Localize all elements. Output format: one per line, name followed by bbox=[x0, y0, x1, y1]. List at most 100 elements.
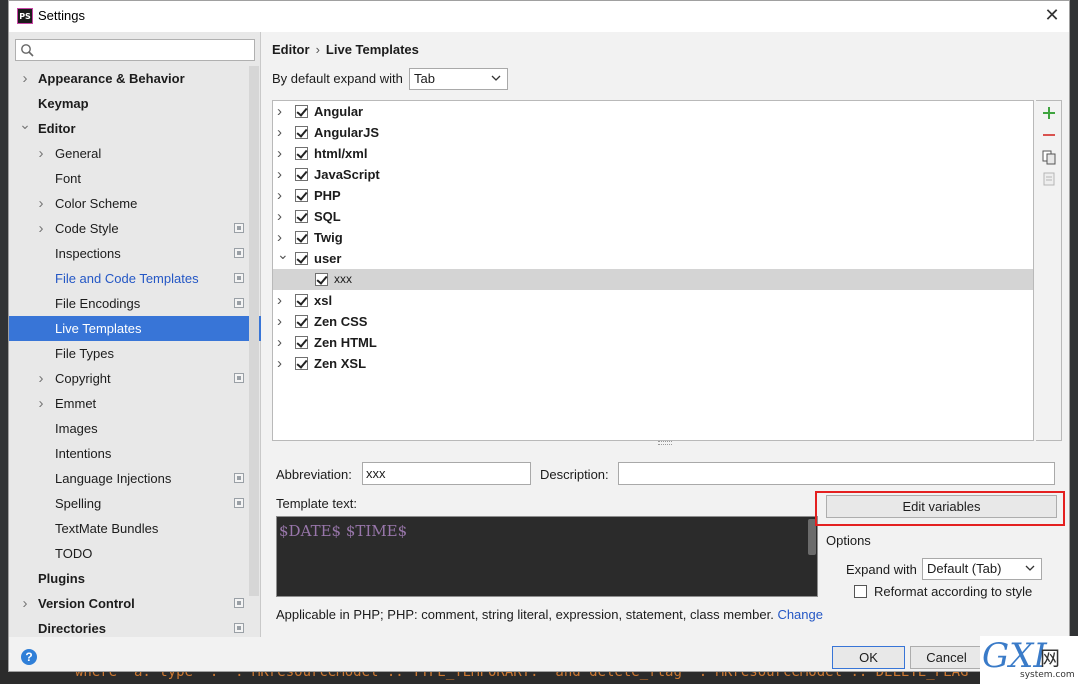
template-group[interactable]: › SQL bbox=[273, 206, 1033, 227]
sidebar-item-images[interactable]: Images bbox=[9, 416, 261, 441]
watermark-main: GXI bbox=[982, 636, 1047, 676]
minus-icon[interactable] bbox=[1041, 127, 1057, 143]
chevron-right-icon[interactable]: › bbox=[277, 332, 287, 353]
sidebar-item-live-templates[interactable]: Live Templates bbox=[9, 316, 261, 341]
sidebar-item-todo[interactable]: TODO bbox=[9, 541, 261, 566]
default-expand-select[interactable]: Tab bbox=[409, 68, 508, 90]
template-group[interactable]: ⌄ user bbox=[273, 246, 1033, 269]
help-icon[interactable]: ? bbox=[21, 649, 37, 665]
sidebar-item-file-and-code-templates[interactable]: File and Code Templates bbox=[9, 266, 261, 291]
templates-tree[interactable]: › Angular › AngularJS › html/xml › JavaScript › P… bbox=[272, 100, 1034, 441]
settings-dialog: PS Settings ✕ › Appearance & Behavior Keym… bbox=[8, 0, 1070, 672]
breadcrumb-parent[interactable]: Editor bbox=[272, 42, 310, 57]
template-checkbox[interactable] bbox=[295, 189, 308, 202]
sidebar-item-file-encodings[interactable]: File Encodings bbox=[9, 291, 261, 316]
watermark-cn: 网 bbox=[1040, 646, 1060, 670]
copy-icon[interactable] bbox=[1041, 149, 1057, 165]
template-group[interactable]: › html/xml bbox=[273, 143, 1033, 164]
sidebar-item-inspections[interactable]: Inspections bbox=[9, 241, 261, 266]
expand-with-select[interactable]: Default (Tab) bbox=[922, 558, 1042, 580]
template-checkbox[interactable] bbox=[295, 231, 308, 244]
chevron-down-icon[interactable]: ⌄ bbox=[277, 244, 289, 265]
chevron-right-icon[interactable]: › bbox=[35, 191, 47, 216]
chevron-right-icon[interactable]: › bbox=[19, 591, 31, 616]
template-checkbox[interactable] bbox=[295, 210, 308, 223]
chevron-right-icon[interactable]: › bbox=[35, 366, 47, 391]
template-group[interactable]: › PHP bbox=[273, 185, 1033, 206]
chevron-right-icon[interactable]: › bbox=[19, 66, 31, 91]
sidebar-item-editor[interactable]: ⌄ Editor bbox=[9, 116, 261, 141]
sidebar-item-copyright[interactable]: › Copyright bbox=[9, 366, 261, 391]
sidebar-item-version-control[interactable]: › Version Control bbox=[9, 591, 261, 616]
template-checkbox[interactable] bbox=[295, 315, 308, 328]
sidebar-item-appearance-behavior[interactable]: › Appearance & Behavior bbox=[9, 66, 261, 91]
template-checkbox[interactable] bbox=[295, 357, 308, 370]
sidebar-item-textmate-bundles[interactable]: TextMate Bundles bbox=[9, 516, 261, 541]
reformat-checkbox[interactable] bbox=[854, 585, 867, 598]
abbreviation-field[interactable]: xxx bbox=[362, 462, 531, 485]
chevron-right-icon[interactable]: › bbox=[35, 391, 47, 416]
sidebar-item-color-scheme[interactable]: › Color Scheme bbox=[9, 191, 261, 216]
edit-variables-button[interactable]: Edit variables bbox=[826, 495, 1057, 518]
template-checkbox[interactable] bbox=[295, 147, 308, 160]
template-group[interactable]: › Twig bbox=[273, 227, 1033, 248]
templates-toolbar bbox=[1036, 100, 1062, 441]
chevron-down-icon[interactable]: ⌄ bbox=[19, 112, 31, 137]
ok-button[interactable]: OK bbox=[832, 646, 905, 669]
chevron-right-icon[interactable]: › bbox=[277, 290, 287, 311]
sidebar-item-keymap[interactable]: Keymap bbox=[9, 91, 261, 116]
template-text-editor[interactable]: $DATE$ $TIME$ bbox=[276, 516, 818, 597]
sidebar-item-emmet[interactable]: › Emmet bbox=[9, 391, 261, 416]
sidebar-item-file-types[interactable]: File Types bbox=[9, 341, 261, 366]
splitter-handle[interactable] bbox=[658, 441, 672, 445]
plus-icon[interactable] bbox=[1041, 105, 1057, 121]
sidebar-scrollbar[interactable] bbox=[249, 66, 259, 596]
watermark-logo: GXI 网 system.com bbox=[980, 636, 1078, 684]
template-group[interactable]: › JavaScript bbox=[273, 164, 1033, 185]
template-name: Zen XSL bbox=[314, 356, 367, 371]
sidebar-item-intentions[interactable]: Intentions bbox=[9, 441, 261, 466]
template-checkbox[interactable] bbox=[295, 252, 308, 265]
description-field[interactable] bbox=[618, 462, 1055, 485]
sidebar-item-label: Code Style bbox=[55, 221, 119, 236]
settings-search-input[interactable] bbox=[15, 39, 255, 61]
sidebar-item-font[interactable]: Font bbox=[9, 166, 261, 191]
title-bar: PS Settings ✕ bbox=[9, 1, 1069, 32]
chevron-right-icon[interactable]: › bbox=[277, 311, 287, 332]
template-checkbox[interactable] bbox=[295, 336, 308, 349]
template-group[interactable]: › AngularJS bbox=[273, 122, 1033, 143]
template-checkbox[interactable] bbox=[295, 105, 308, 118]
template-group[interactable]: › xsl bbox=[273, 290, 1033, 311]
sidebar-item-general[interactable]: › General bbox=[9, 141, 261, 166]
template-item[interactable]: xxx bbox=[273, 269, 1033, 290]
close-icon[interactable]: ✕ bbox=[1041, 5, 1063, 27]
cancel-button[interactable]: Cancel bbox=[910, 646, 983, 669]
template-group[interactable]: › Zen HTML bbox=[273, 332, 1033, 353]
template-group[interactable]: › Zen XSL bbox=[273, 353, 1033, 374]
sidebar-item-plugins[interactable]: Plugins bbox=[9, 566, 261, 591]
sidebar-item-language-injections[interactable]: Language Injections bbox=[9, 466, 261, 491]
template-text-content: $DATE$ $TIME$ bbox=[279, 522, 408, 540]
sidebar-item-spelling[interactable]: Spelling bbox=[9, 491, 261, 516]
chevron-right-icon[interactable]: › bbox=[35, 141, 47, 166]
change-link[interactable]: Change bbox=[777, 607, 823, 622]
chevron-right-icon[interactable]: › bbox=[277, 164, 287, 185]
restore-icon[interactable] bbox=[1041, 171, 1057, 187]
template-name: SQL bbox=[314, 209, 341, 224]
sidebar-item-directories[interactable]: Directories bbox=[9, 616, 261, 641]
sidebar-item-code-style[interactable]: › Code Style bbox=[9, 216, 261, 241]
template-name: PHP bbox=[314, 188, 341, 203]
template-checkbox[interactable] bbox=[295, 126, 308, 139]
chevron-right-icon[interactable]: › bbox=[35, 216, 47, 241]
chevron-right-icon[interactable]: › bbox=[277, 206, 287, 227]
template-group[interactable]: › Angular bbox=[273, 101, 1033, 122]
chevron-right-icon[interactable]: › bbox=[277, 122, 287, 143]
template-checkbox[interactable] bbox=[295, 168, 308, 181]
template-group[interactable]: › Zen CSS bbox=[273, 311, 1033, 332]
chevron-right-icon[interactable]: › bbox=[277, 185, 287, 206]
template-checkbox[interactable] bbox=[315, 273, 328, 286]
chevron-right-icon[interactable]: › bbox=[277, 101, 287, 122]
chevron-right-icon[interactable]: › bbox=[277, 143, 287, 164]
chevron-right-icon[interactable]: › bbox=[277, 353, 287, 374]
template-checkbox[interactable] bbox=[295, 294, 308, 307]
